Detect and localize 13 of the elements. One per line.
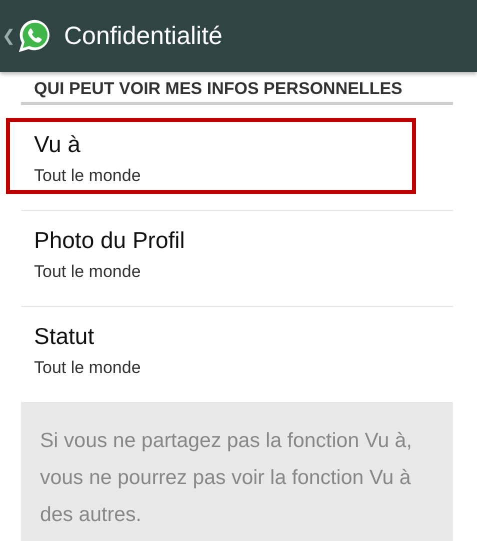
setting-item[interactable]: Vu à Tout le monde: [21, 115, 453, 211]
setting-value: Tout le monde: [34, 357, 141, 379]
section-header: QUI PEUT VOIR MES INFOS PERSONNELLES: [21, 78, 453, 105]
screen-title: Confidentialité: [64, 22, 222, 50]
setting-title: Photo du Profil: [34, 226, 185, 255]
setting-title: Statut: [34, 322, 94, 351]
setting-value: Tout le monde: [34, 261, 141, 283]
setting-value: Tout le monde: [34, 165, 141, 187]
info-note: Si vous ne partagez pas la fonction Vu à, vous ne pourrez pas voir la fonction Vu à des autres.: [21, 402, 453, 541]
setting-title: Vu à: [34, 130, 80, 159]
back-arrow[interactable]: ❮: [2, 26, 16, 46]
setting-item[interactable]: Statut Tout le monde: [21, 307, 453, 402]
setting-item[interactable]: Photo du Profil Tout le monde: [21, 211, 453, 307]
